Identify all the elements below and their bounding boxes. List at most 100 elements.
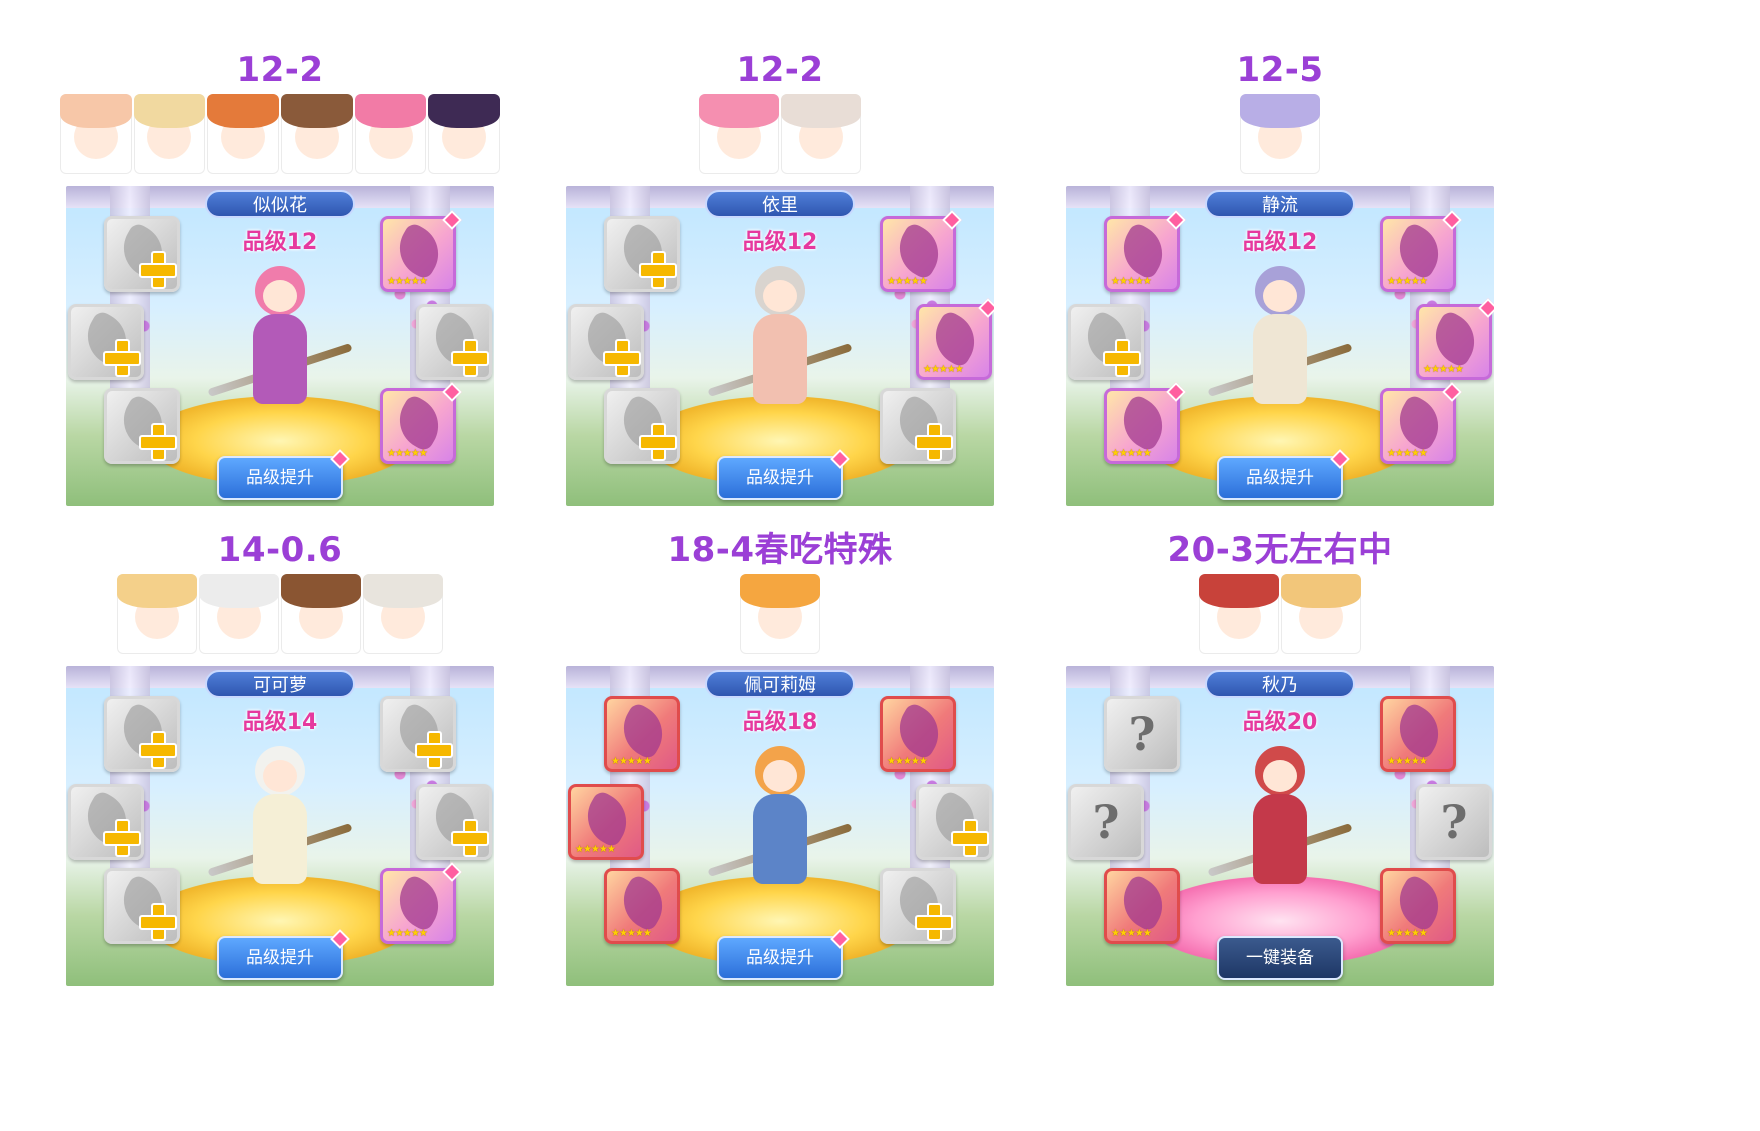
rank-up-button[interactable]: 品级提升 xyxy=(217,929,350,980)
auto-equip-button[interactable]: 一键装备 xyxy=(1217,936,1343,980)
character-sprite[interactable] xyxy=(207,256,353,446)
plus-icon xyxy=(103,339,141,377)
girl-portrait-icon[interactable] xyxy=(363,574,443,654)
plus-icon xyxy=(103,819,141,857)
equipment-icon xyxy=(888,220,950,282)
equipped-slot-top-left[interactable]: ★★★★★ xyxy=(1104,210,1186,292)
character-face xyxy=(763,280,797,312)
star-rating-icon: ★★★★★ xyxy=(387,276,428,287)
character-sprite[interactable] xyxy=(1207,256,1353,446)
equipped-slot-top-right[interactable]: ★★★★★ xyxy=(380,210,462,292)
empty-equipment-slot-middle-left[interactable] xyxy=(68,784,144,860)
girl-portrait-icon[interactable] xyxy=(133,94,206,174)
empty-equipment-slot-middle-right[interactable] xyxy=(416,304,492,380)
equipped-slot-bottom-left[interactable]: ★★★★★ xyxy=(1104,868,1180,944)
button-label: 一键装备 xyxy=(1246,948,1314,968)
question-mark-icon: ? xyxy=(1092,795,1120,849)
stage-title: 12-2 xyxy=(736,50,824,90)
rank-up-button[interactable]: 品级提升 xyxy=(717,929,850,980)
plus-icon xyxy=(639,251,677,289)
equipped-slot-middle-right[interactable]: ★★★★★ xyxy=(1416,298,1494,380)
plus-icon xyxy=(915,423,953,461)
equipment-icon xyxy=(388,392,450,454)
equipped-slot-bottom-right[interactable]: ★★★★★ xyxy=(380,862,462,944)
empty-equipment-slot-bottom-right[interactable] xyxy=(880,388,956,464)
empty-equipment-slot-middle-right[interactable] xyxy=(916,784,992,860)
equipment-section: 20-3无左右中 秋乃 品级20 ? ★★★★★ ?? ★★★★★ ★★★★★ … xyxy=(1060,530,1500,986)
equipped-slot-bottom-right[interactable]: ★★★★★ xyxy=(1380,382,1462,464)
girl-portrait-icon[interactable] xyxy=(281,574,361,654)
girl-portrait-icon[interactable] xyxy=(117,574,197,654)
equipment-icon xyxy=(1388,392,1450,454)
girl-portrait-icon[interactable] xyxy=(699,94,779,174)
empty-equipment-slot-bottom-right[interactable] xyxy=(880,868,956,944)
question-mark-icon: ? xyxy=(1128,707,1156,761)
rank-up-button[interactable]: 品级提升 xyxy=(717,449,850,500)
girl-portrait-icon[interactable] xyxy=(59,94,132,174)
empty-equipment-slot-middle-left[interactable] xyxy=(1068,304,1144,380)
equipped-slot-top-right[interactable]: ★★★★★ xyxy=(880,210,962,292)
equipment-icon xyxy=(1112,392,1174,454)
equipped-slot-top-right[interactable]: ★★★★★ xyxy=(880,696,956,772)
plus-icon xyxy=(415,731,453,769)
star-rating-icon: ★★★★★ xyxy=(1387,928,1428,939)
girl-portrait-icon[interactable] xyxy=(781,94,861,174)
character-body xyxy=(253,794,307,884)
equipment-section: 14-0.6 可可萝 品级14 ★★★★★ 品级提升 xyxy=(60,530,500,986)
equipped-slot-middle-left[interactable]: ★★★★★ xyxy=(568,784,644,860)
empty-equipment-slot-bottom-left[interactable] xyxy=(104,388,180,464)
equipment-icon xyxy=(1424,308,1486,370)
empty-equipment-slot-middle-right[interactable] xyxy=(416,784,492,860)
equipment-icon xyxy=(924,308,986,370)
unknown-equipment-slot-middle-right[interactable]: ? xyxy=(1416,784,1492,860)
character-sprite[interactable] xyxy=(1207,736,1353,926)
rank-label: 品级18 xyxy=(742,710,818,735)
equipped-slot-bottom-right[interactable]: ★★★★★ xyxy=(1380,868,1456,944)
empty-equipment-slot-top-left[interactable] xyxy=(104,216,180,292)
empty-equipment-slot-bottom-left[interactable] xyxy=(104,868,180,944)
character-name: 佩可莉姆 xyxy=(705,670,855,698)
girl-portrait-icon[interactable] xyxy=(207,94,279,174)
empty-equipment-slot-top-left[interactable] xyxy=(604,216,680,292)
empty-equipment-slot-middle-left[interactable] xyxy=(568,304,644,380)
equipped-slot-top-right[interactable]: ★★★★★ xyxy=(1380,210,1462,292)
character-face xyxy=(263,280,297,312)
character-sprite[interactable] xyxy=(207,736,353,926)
girl-portrait-icon[interactable] xyxy=(281,94,353,174)
equipment-panel: 依里 品级12 ★★★★★ ★★★★★ 品级提升 xyxy=(566,186,994,506)
unknown-equipment-slot-top-left[interactable]: ? xyxy=(1104,696,1180,772)
empty-equipment-slot-top-left[interactable] xyxy=(104,696,180,772)
girl-portrait-icon[interactable] xyxy=(428,94,500,174)
character-sprite[interactable] xyxy=(707,736,853,926)
empty-equipment-slot-middle-left[interactable] xyxy=(68,304,144,380)
rank-label: 品级12 xyxy=(1242,230,1318,255)
equipment-icon xyxy=(1388,872,1450,934)
star-rating-icon: ★★★★★ xyxy=(887,756,928,767)
rank-up-button[interactable]: 品级提升 xyxy=(1217,449,1350,500)
portrait-row xyxy=(60,574,500,654)
equipment-icon xyxy=(888,700,950,762)
equipped-slot-top-left[interactable]: ★★★★★ xyxy=(604,696,680,772)
character-sprite[interactable] xyxy=(707,256,853,446)
stage-title: 18-4春吃特殊 xyxy=(667,530,893,570)
girl-portrait-icon[interactable] xyxy=(1199,574,1279,654)
girl-portrait-icon[interactable] xyxy=(199,574,279,654)
gem-badge-icon xyxy=(1478,298,1494,318)
equipped-slot-bottom-left[interactable]: ★★★★★ xyxy=(1104,382,1186,464)
girl-portrait-icon[interactable] xyxy=(1240,94,1320,174)
equipped-slot-bottom-right[interactable]: ★★★★★ xyxy=(380,382,462,464)
character-name: 秋乃 xyxy=(1205,670,1355,698)
plus-icon xyxy=(139,903,177,941)
equipped-slot-top-right[interactable]: ★★★★★ xyxy=(1380,696,1456,772)
girl-portrait-icon[interactable] xyxy=(740,574,820,654)
star-rating-icon: ★★★★★ xyxy=(1111,448,1152,459)
rank-up-button[interactable]: 品级提升 xyxy=(217,449,350,500)
equipped-slot-bottom-left[interactable]: ★★★★★ xyxy=(604,868,680,944)
equipped-slot-middle-right[interactable]: ★★★★★ xyxy=(916,298,994,380)
girl-portrait-icon[interactable] xyxy=(1281,574,1361,654)
empty-equipment-slot-bottom-left[interactable] xyxy=(604,388,680,464)
star-rating-icon: ★★★★★ xyxy=(1387,756,1428,767)
unknown-equipment-slot-middle-left[interactable]: ? xyxy=(1068,784,1144,860)
girl-portrait-icon[interactable] xyxy=(354,94,427,174)
empty-equipment-slot-top-right[interactable] xyxy=(380,696,456,772)
